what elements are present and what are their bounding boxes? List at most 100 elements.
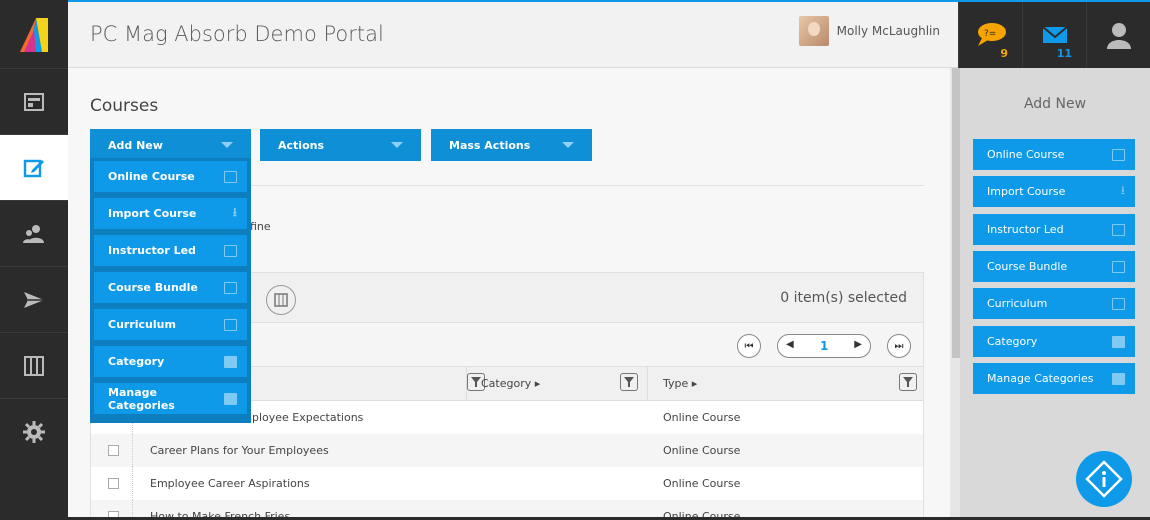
top-icon-bar: ?= 9 11 bbox=[958, 0, 1150, 68]
table-row[interactable]: Employee Career Aspirations Online Cours… bbox=[91, 467, 923, 500]
instructor-icon bbox=[1112, 223, 1125, 236]
dropdown-item-category[interactable]: Category bbox=[94, 346, 247, 377]
logo-icon bbox=[20, 18, 48, 52]
category-column-header[interactable]: Category ▸ bbox=[481, 377, 540, 390]
info-icon bbox=[1085, 460, 1123, 498]
folder-icon bbox=[1112, 335, 1125, 348]
quick-add-import-course[interactable]: Import Course ⭳ bbox=[973, 176, 1135, 207]
dropdown-item-label: Import Course bbox=[108, 207, 197, 220]
user-name: Molly McLaughlin bbox=[836, 24, 940, 38]
dropdown-item-label: Instructor Led bbox=[108, 244, 196, 257]
instructor-icon bbox=[224, 244, 237, 257]
quick-add-online-course[interactable]: Online Course bbox=[973, 139, 1135, 170]
dropdown-item-label: Course Bundle bbox=[108, 281, 198, 294]
quick-add-label: Online Course bbox=[987, 148, 1065, 161]
quick-add-curriculum[interactable]: Curriculum bbox=[973, 288, 1135, 319]
sidebar-item-users[interactable] bbox=[0, 200, 68, 266]
course-name: Employee Career Aspirations bbox=[150, 477, 310, 490]
dropdown-item-curriculum[interactable]: Curriculum bbox=[94, 309, 247, 340]
row-checkbox[interactable] bbox=[108, 478, 119, 489]
user-icon bbox=[1106, 23, 1131, 49]
course-type: Online Course bbox=[663, 477, 741, 490]
mail-button[interactable]: 11 bbox=[1022, 2, 1086, 68]
page-number[interactable]: 1 bbox=[820, 339, 828, 353]
filter-icon bbox=[471, 377, 481, 387]
profile-button[interactable] bbox=[1086, 2, 1150, 68]
chat-count: 9 bbox=[1000, 47, 1008, 60]
quick-add-course-bundle[interactable]: Course Bundle bbox=[973, 251, 1135, 282]
dropdown-item-instructor-led[interactable]: Instructor Led bbox=[94, 235, 247, 266]
columns-icon bbox=[274, 293, 288, 307]
category-filter-button[interactable] bbox=[620, 373, 638, 391]
sidebar-item-send[interactable] bbox=[0, 266, 68, 332]
mail-icon bbox=[1041, 26, 1068, 43]
mass-actions-label: Mass Actions bbox=[449, 138, 531, 152]
folder-icon bbox=[1112, 372, 1125, 385]
quick-add-label: Course Bundle bbox=[987, 260, 1068, 273]
dropdown-item-online-course[interactable]: Online Course bbox=[94, 161, 247, 192]
page-navigator: ◀ 1 ▶ bbox=[777, 334, 871, 358]
dropdown-item-label: Category bbox=[108, 355, 165, 368]
page-title: Courses bbox=[90, 96, 159, 116]
svg-text:?=: ?= bbox=[984, 29, 996, 39]
scrollbar-thumb[interactable] bbox=[952, 68, 960, 358]
column-separator bbox=[647, 367, 648, 401]
sidebar-item-dashboard[interactable] bbox=[0, 68, 68, 134]
quick-add-manage-categories[interactable]: Manage Categories bbox=[973, 363, 1135, 394]
chevron-down-icon bbox=[391, 142, 403, 148]
chevron-down-icon bbox=[562, 142, 574, 148]
right-panel-title: Add New bbox=[1023, 96, 1087, 112]
folder-icon bbox=[224, 355, 237, 368]
add-new-button[interactable]: Add New bbox=[90, 129, 251, 161]
quick-add-label: Manage Categories bbox=[987, 372, 1094, 385]
portal-title: PC Mag Absorb Demo Portal bbox=[90, 22, 384, 46]
prev-page-button[interactable]: ◀ bbox=[786, 339, 794, 350]
first-page-button[interactable]: ⏮ bbox=[737, 334, 761, 358]
row-divider bbox=[132, 434, 133, 467]
edit-icon bbox=[1112, 148, 1125, 161]
dropdown-item-import-course[interactable]: Import Course ⭳ bbox=[94, 198, 247, 229]
dropdown-item-course-bundle[interactable]: Course Bundle bbox=[94, 272, 247, 303]
column-toggle-button[interactable] bbox=[266, 285, 296, 315]
upload-icon: ⭳ bbox=[1120, 183, 1125, 197]
edit-icon bbox=[224, 170, 237, 183]
row-checkbox[interactable] bbox=[108, 445, 119, 456]
chat-button[interactable]: ?= 9 bbox=[958, 2, 1022, 68]
mail-count: 11 bbox=[1056, 47, 1072, 60]
user-menu[interactable]: Molly McLaughlin bbox=[798, 16, 940, 46]
sidebar-item-courses[interactable] bbox=[0, 134, 68, 200]
help-button[interactable] bbox=[1076, 451, 1132, 507]
chevron-down-icon bbox=[221, 142, 233, 148]
next-page-button[interactable]: ▶ bbox=[854, 339, 862, 350]
sidebar-item-columns[interactable] bbox=[0, 332, 68, 398]
quick-add-label: Import Course bbox=[987, 185, 1066, 198]
actions-button[interactable]: Actions bbox=[260, 129, 421, 161]
dropdown-item-label: Curriculum bbox=[108, 318, 176, 331]
mass-actions-button[interactable]: Mass Actions bbox=[431, 129, 592, 161]
type-column-header[interactable]: Type ▸ bbox=[663, 377, 697, 390]
quick-add-category[interactable]: Category bbox=[973, 326, 1135, 357]
last-page-button[interactable]: ⏭ bbox=[887, 334, 911, 358]
filter-icon bbox=[903, 377, 913, 387]
type-filter-button[interactable] bbox=[899, 373, 917, 391]
divider bbox=[250, 185, 924, 186]
column-separator bbox=[466, 367, 467, 401]
quick-add-instructor-led[interactable]: Instructor Led bbox=[973, 214, 1135, 245]
sidebar-item-settings[interactable] bbox=[0, 398, 68, 464]
table-row[interactable]: Career Plans for Your Employees Online C… bbox=[91, 434, 923, 467]
row-divider bbox=[132, 467, 133, 500]
dropdown-item-label: Manage Categories bbox=[108, 385, 175, 412]
quick-add-label: Category bbox=[987, 335, 1038, 348]
course-name: Career Plans for Your Employees bbox=[150, 444, 329, 457]
chat-icon: ?= bbox=[977, 23, 1006, 46]
columns-icon bbox=[24, 355, 44, 376]
quick-add-label: Instructor Led bbox=[987, 223, 1064, 236]
actions-label: Actions bbox=[278, 138, 324, 152]
dropdown-item-manage-categories[interactable]: Manage Categories bbox=[94, 383, 247, 414]
paper-plane-icon bbox=[24, 291, 44, 308]
absorb-logo[interactable] bbox=[0, 0, 68, 68]
folder-icon bbox=[224, 392, 237, 405]
users-icon bbox=[23, 224, 44, 243]
top-header: PC Mag Absorb Demo Portal Molly McLaughl… bbox=[68, 0, 958, 68]
course-type: Online Course bbox=[663, 411, 741, 424]
